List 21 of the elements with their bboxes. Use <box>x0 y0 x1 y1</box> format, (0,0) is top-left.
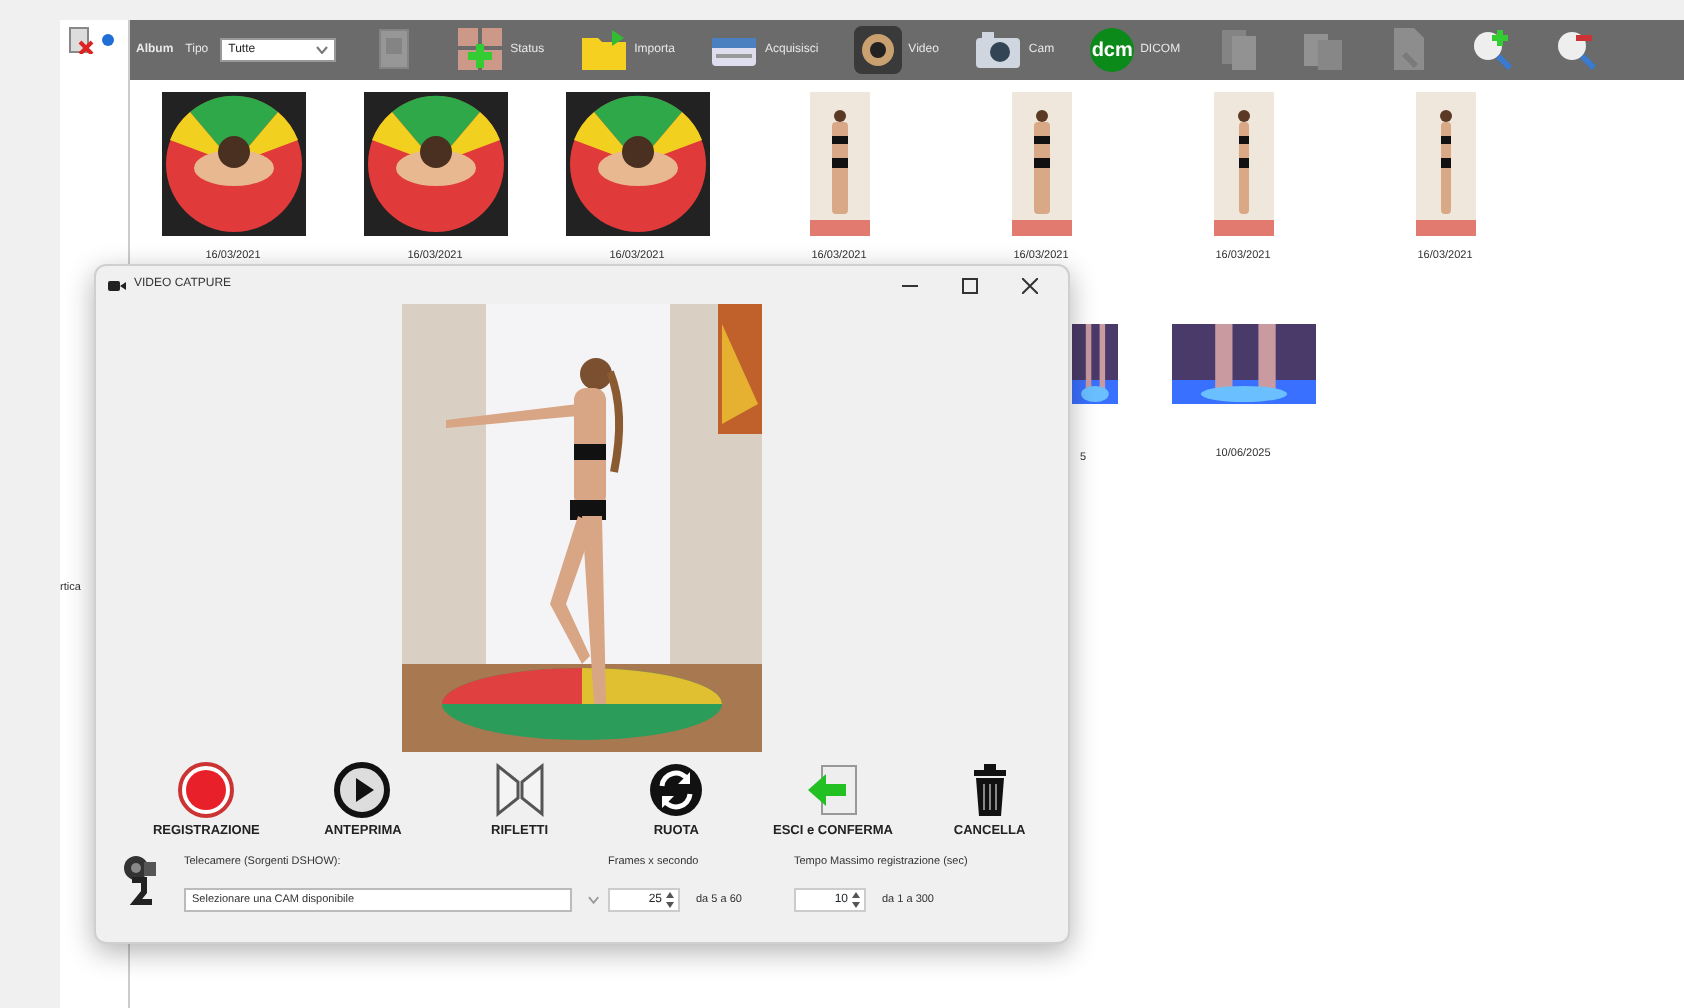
mirror-icon <box>491 762 548 818</box>
caret-icon <box>316 46 329 54</box>
zoom-in-icon[interactable] <box>1468 26 1517 74</box>
photo-grid-icon[interactable] <box>456 26 505 74</box>
webcam-icon[interactable] <box>854 26 903 74</box>
caret-icon[interactable] <box>588 896 600 904</box>
spinner-arrows-icon[interactable] <box>666 892 674 908</box>
zoom-out-icon[interactable] <box>1552 26 1601 74</box>
dot-icon <box>102 34 114 46</box>
rotate-icon <box>648 762 705 818</box>
video-camera-icon <box>108 279 126 291</box>
close-icon <box>1022 277 1038 293</box>
record-icon <box>178 762 235 818</box>
camera-icon[interactable] <box>974 26 1023 74</box>
exit-arrow-icon <box>804 762 861 818</box>
maximize-icon <box>962 277 978 293</box>
play-icon <box>334 762 391 818</box>
folder-icon[interactable] <box>580 26 629 74</box>
delete-document-icon[interactable] <box>66 26 94 54</box>
spinner-arrows-icon[interactable] <box>852 892 860 908</box>
dicom-logo[interactable]: dcm <box>1090 28 1135 72</box>
